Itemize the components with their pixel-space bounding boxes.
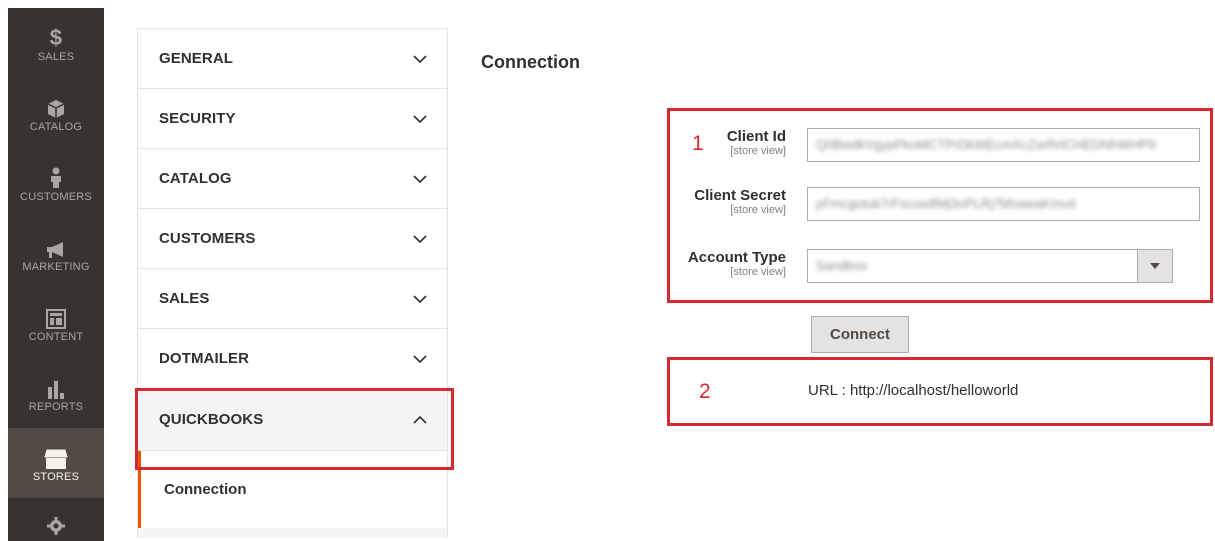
tabs-divider (138, 528, 447, 538)
page-title: Connection (481, 52, 580, 72)
tab-sales-label: SALES (159, 290, 210, 307)
tab-general[interactable]: GENERAL (138, 29, 447, 89)
tab-security[interactable]: SECURITY (138, 89, 447, 149)
client-secret-scope: [store view] (730, 204, 786, 216)
nav-sales-label: SALES (37, 51, 75, 63)
client-id-label: Client Id [store view] (727, 128, 786, 157)
tab-customers-label: CUSTOMERS (159, 230, 256, 247)
nav-marketing[interactable]: MARKETING (8, 218, 104, 288)
chevron-down-icon (413, 354, 427, 363)
gear-icon (46, 512, 66, 536)
client-id-row: Client Id [store view] Q0BwdkVgypPkoMCTP… (676, 126, 1206, 170)
dropdown-arrow-icon[interactable] (1137, 250, 1172, 282)
account-type-select[interactable]: Sandbox (807, 249, 1173, 283)
box-icon (47, 93, 65, 119)
annotation-number-2: 2 (699, 380, 711, 403)
chevron-down-icon (413, 114, 427, 123)
chevron-down-icon (413, 174, 427, 183)
nav-sales[interactable]: $ SALES (8, 8, 104, 78)
dollar-icon: $ (49, 25, 63, 50)
chevron-down-icon (413, 234, 427, 243)
chevron-down-icon (413, 54, 427, 63)
layout-icon (46, 303, 66, 329)
tab-sales[interactable]: SALES (138, 269, 447, 329)
megaphone-icon (45, 233, 67, 259)
tab-customers[interactable]: CUSTOMERS (138, 209, 447, 269)
nav-content[interactable]: CONTENT (8, 288, 104, 358)
client-id-scope: [store view] (730, 145, 786, 157)
client-id-input[interactable]: Q0BwdkVgypPkoMCTPrDkWEcmXcZorRrtCHEDNhWH… (807, 128, 1200, 162)
nav-system[interactable] (8, 498, 104, 538)
tab-general-label: GENERAL (159, 50, 234, 67)
client-secret-value: pFmcgotuk7rFscuw8Mj3oPLRj7bfoawaKmvd (816, 196, 1076, 211)
nav-reports-label: REPORTS (28, 401, 84, 413)
person-icon (49, 163, 63, 189)
client-id-label-text: Client Id (726, 128, 786, 145)
client-secret-input[interactable]: pFmcgotuk7rFscuw8Mj3oPLRj7bfoawaKmvd (807, 187, 1200, 221)
account-type-value: Sandbox (816, 258, 868, 273)
client-secret-label: Client Secret [store view] (694, 187, 786, 216)
nav-catalog[interactable]: CATALOG (8, 78, 104, 148)
store-icon (44, 443, 68, 469)
nav-marketing-label: MARKETING (22, 261, 90, 273)
subtab-connection-label: Connection (164, 481, 247, 498)
nav-catalog-label: CATALOG (29, 121, 83, 133)
callback-url: URL : http://localhost/helloworld (808, 382, 1019, 399)
annotation-box-quickbooks (135, 388, 454, 470)
nav-content-label: CONTENT (28, 331, 84, 343)
tab-catalog-label: CATALOG (159, 170, 232, 187)
client-secret-row: Client Secret [store view] pFmcgotuk7rFs… (676, 185, 1206, 229)
account-type-label: Account Type [store view] (688, 249, 786, 278)
chevron-down-icon (413, 294, 427, 303)
client-secret-label-text: Client Secret (694, 187, 786, 204)
account-type-label-text: Account Type (687, 249, 786, 266)
nav-stores-label: STORES (32, 471, 80, 483)
tab-security-label: SECURITY (159, 110, 236, 127)
admin-sidebar: $ SALES CATALOG CUSTOMERS MARKETING CONT… (8, 8, 104, 541)
nav-reports[interactable]: REPORTS (8, 358, 104, 428)
nav-stores[interactable]: STORES (8, 428, 104, 498)
bar-chart-icon (46, 373, 66, 399)
nav-customers-label: CUSTOMERS (20, 191, 92, 203)
connect-button[interactable]: Connect (811, 316, 909, 353)
account-type-scope: [store view] (730, 266, 786, 278)
tab-catalog[interactable]: CATALOG (138, 149, 447, 209)
tab-dotmailer[interactable]: DOTMAILER (138, 329, 447, 389)
client-id-value: Q0BwdkVgypPkoMCTPrDkWEcmXcZorRrtCHEDNhWH… (816, 137, 1156, 152)
nav-customers[interactable]: CUSTOMERS (8, 148, 104, 218)
account-type-row: Account Type [store view] Sandbox (676, 247, 1206, 291)
tab-dotmailer-label: DOTMAILER (159, 350, 250, 367)
